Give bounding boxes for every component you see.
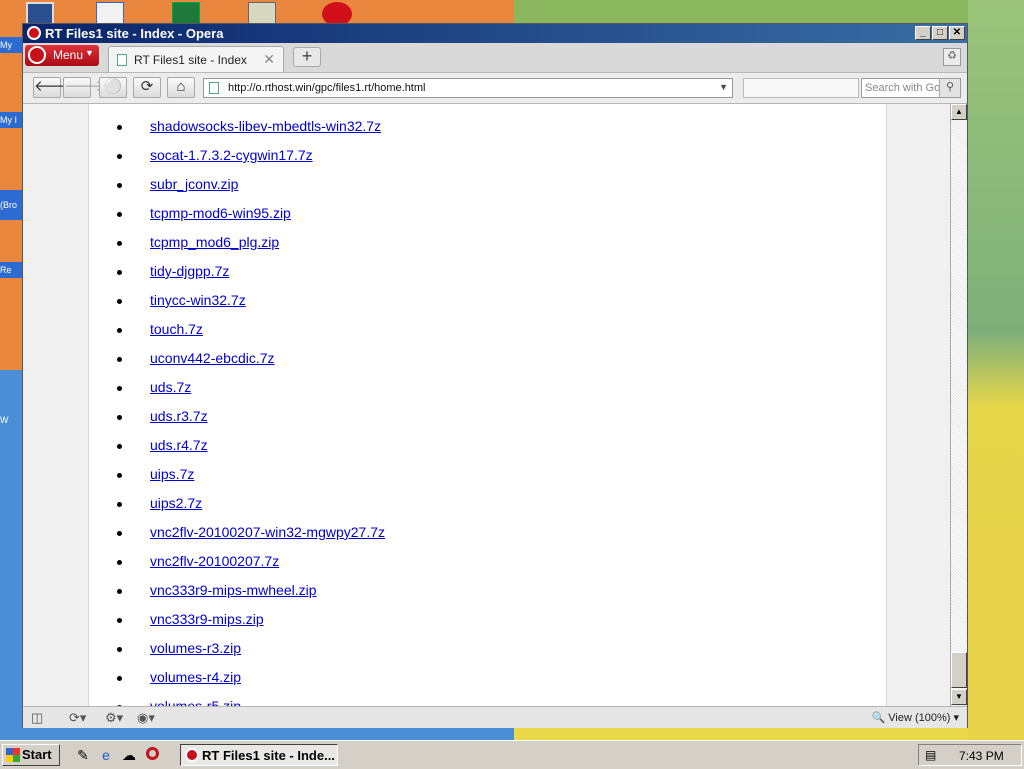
desktop-label[interactable]: My [0,37,22,53]
scroll-up-button[interactable]: ▲ [951,104,967,120]
file-link[interactable]: vnc2flv-20100207.7z [150,553,279,569]
desktop-label[interactable]: (Bro [0,190,22,220]
menu-label: Menu [53,48,84,62]
tab-rt-files1[interactable]: RT Files1 site - Index ✕ [108,46,284,72]
toolbar-blank-area [743,78,859,98]
tab-bar: Menu ▼ RT Files1 site - Index ✕ + ♻ [23,43,967,73]
title-bar[interactable]: RT Files1 site - Index - Opera _ □ ✕ [23,24,967,43]
file-link[interactable]: tcpmp_mod6_plg.zip [150,234,279,250]
panel-toggle-icon[interactable]: ◫ [31,710,43,726]
file-link[interactable]: tcpmp-mod6-win95.zip [150,205,291,221]
opera-menu-button[interactable]: Menu ▼ [25,45,99,66]
windows-logo-icon [6,748,20,762]
page-right-margin [886,104,950,706]
start-button[interactable]: Start [2,744,60,766]
opera-logo-icon [28,46,46,64]
file-link[interactable]: volumes-r4.zip [150,669,241,685]
minimize-button[interactable]: _ [915,26,931,40]
browser-window: RT Files1 site - Index - Opera _ □ ✕ Men… [22,23,968,728]
file-link[interactable]: uconv442-ebcdic.7z [150,350,275,366]
zoom-control[interactable]: 🔍 View (100%) ▾ [871,711,959,724]
chevron-down-icon: ▼ [85,48,94,58]
new-tab-button[interactable]: + [293,47,321,67]
desktop-label[interactable]: My I [0,112,22,128]
taskbar-opera-window[interactable]: RT Files1 site - Inde... [180,744,338,766]
file-link[interactable]: tidy-djgpp.7z [150,263,229,279]
search-icon[interactable]: ⚲ [939,79,960,97]
search-field[interactable]: Search with Go ⚲ [861,78,961,98]
file-link[interactable]: shadowsocks-libev-mbedtls-win32.7z [150,118,381,134]
home-button[interactable]: ⌂ [167,77,195,98]
page-icon [117,54,127,66]
trash-icon[interactable]: ♻ [943,48,961,66]
file-link[interactable]: uips.7z [150,466,194,482]
system-tray: ▤ 7:43 PM [918,744,1022,766]
turbo-icon[interactable]: ⚙▾ [105,710,123,726]
chevron-down-icon[interactable]: ▼ [719,82,728,92]
unite-icon[interactable]: ◉▾ [137,710,155,726]
file-link[interactable]: socat-1.7.3.2-cygwin17.7z [150,147,313,163]
desktop-label[interactable]: W [0,412,22,428]
file-link[interactable]: uds.r3.7z [150,408,208,424]
window-title: RT Files1 site - Index - Opera [45,26,224,41]
page-icon [209,82,219,94]
show-desktop-icon[interactable]: ✎ [74,746,92,764]
opera-logo-icon [185,748,199,762]
opera-quicklaunch-icon[interactable] [143,746,161,764]
taskbar-window-label: RT Files1 site - Inde... [202,748,335,763]
scroll-down-button[interactable]: ▼ [951,689,967,705]
maximize-button[interactable]: □ [932,26,948,40]
vertical-scrollbar[interactable]: ▲ ▼ [950,104,967,706]
file-link[interactable]: uds.7z [150,379,191,395]
file-link[interactable]: subr_jconv.zip [150,176,238,192]
file-link[interactable]: volumes-r3.zip [150,640,241,656]
address-bar[interactable]: http://o.rthost.win/gpc/files1.rt/home.h… [203,78,733,98]
desktop-label[interactable]: Re [0,262,22,278]
start-label: Start [22,747,52,762]
forward-button[interactable]: 🡒 [63,77,104,98]
key-icon[interactable]: ⚪ [99,77,127,98]
page-viewport: shadowsocks-libev-mbedtls-win32.7z socat… [23,104,967,706]
file-link[interactable]: vnc2flv-20100207-win32-mgwpy27.7z [150,524,385,540]
file-link[interactable]: uips2.7z [150,495,202,511]
desktop-background [968,0,1024,740]
search-placeholder: Search with Go [865,82,941,94]
sync-icon[interactable]: ⟳▾ [69,710,86,726]
tray-network-icon[interactable]: ▤ [925,748,936,762]
close-tab-icon[interactable]: ✕ [263,51,275,68]
opera-logo-icon [27,26,41,40]
file-link[interactable]: touch.7z [150,321,203,337]
clock[interactable]: 7:43 PM [959,749,1004,763]
internet-explorer-icon[interactable]: e [97,746,115,764]
file-link[interactable]: uds.r4.7z [150,437,208,453]
network-icon[interactable]: ☁ [120,746,138,764]
page-left-margin [23,104,89,706]
file-link[interactable]: tinycc-win32.7z [150,292,246,308]
address-text: http://o.rthost.win/gpc/files1.rt/home.h… [228,82,426,94]
taskbar: Start ✎ e ☁ RT Files1 site - Inde... ▤ 7… [0,740,1024,769]
close-button[interactable]: ✕ [949,26,965,40]
file-link[interactable]: vnc333r9-mips-mwheel.zip [150,582,317,598]
zoom-label: View (100%) [888,712,951,724]
file-link[interactable]: vnc333r9-mips.zip [150,611,264,627]
file-link[interactable]: volumes-r5.zip [150,698,241,706]
tab-label: RT Files1 site - Index [134,53,247,67]
status-bar: ◫ ⟳▾ ⚙▾ ◉▾ 🔍 View (100%) ▾ [23,706,967,728]
scroll-thumb[interactable] [951,652,967,688]
back-button[interactable]: 🡐 [33,77,74,98]
reload-button[interactable]: ⟳ [133,77,161,98]
zoom-icon: 🔍 [871,712,889,724]
navigation-bar: 🡐 🡒 ⚪ ⟳ ⌂ http://o.rthost.win/gpc/files1… [23,73,967,104]
